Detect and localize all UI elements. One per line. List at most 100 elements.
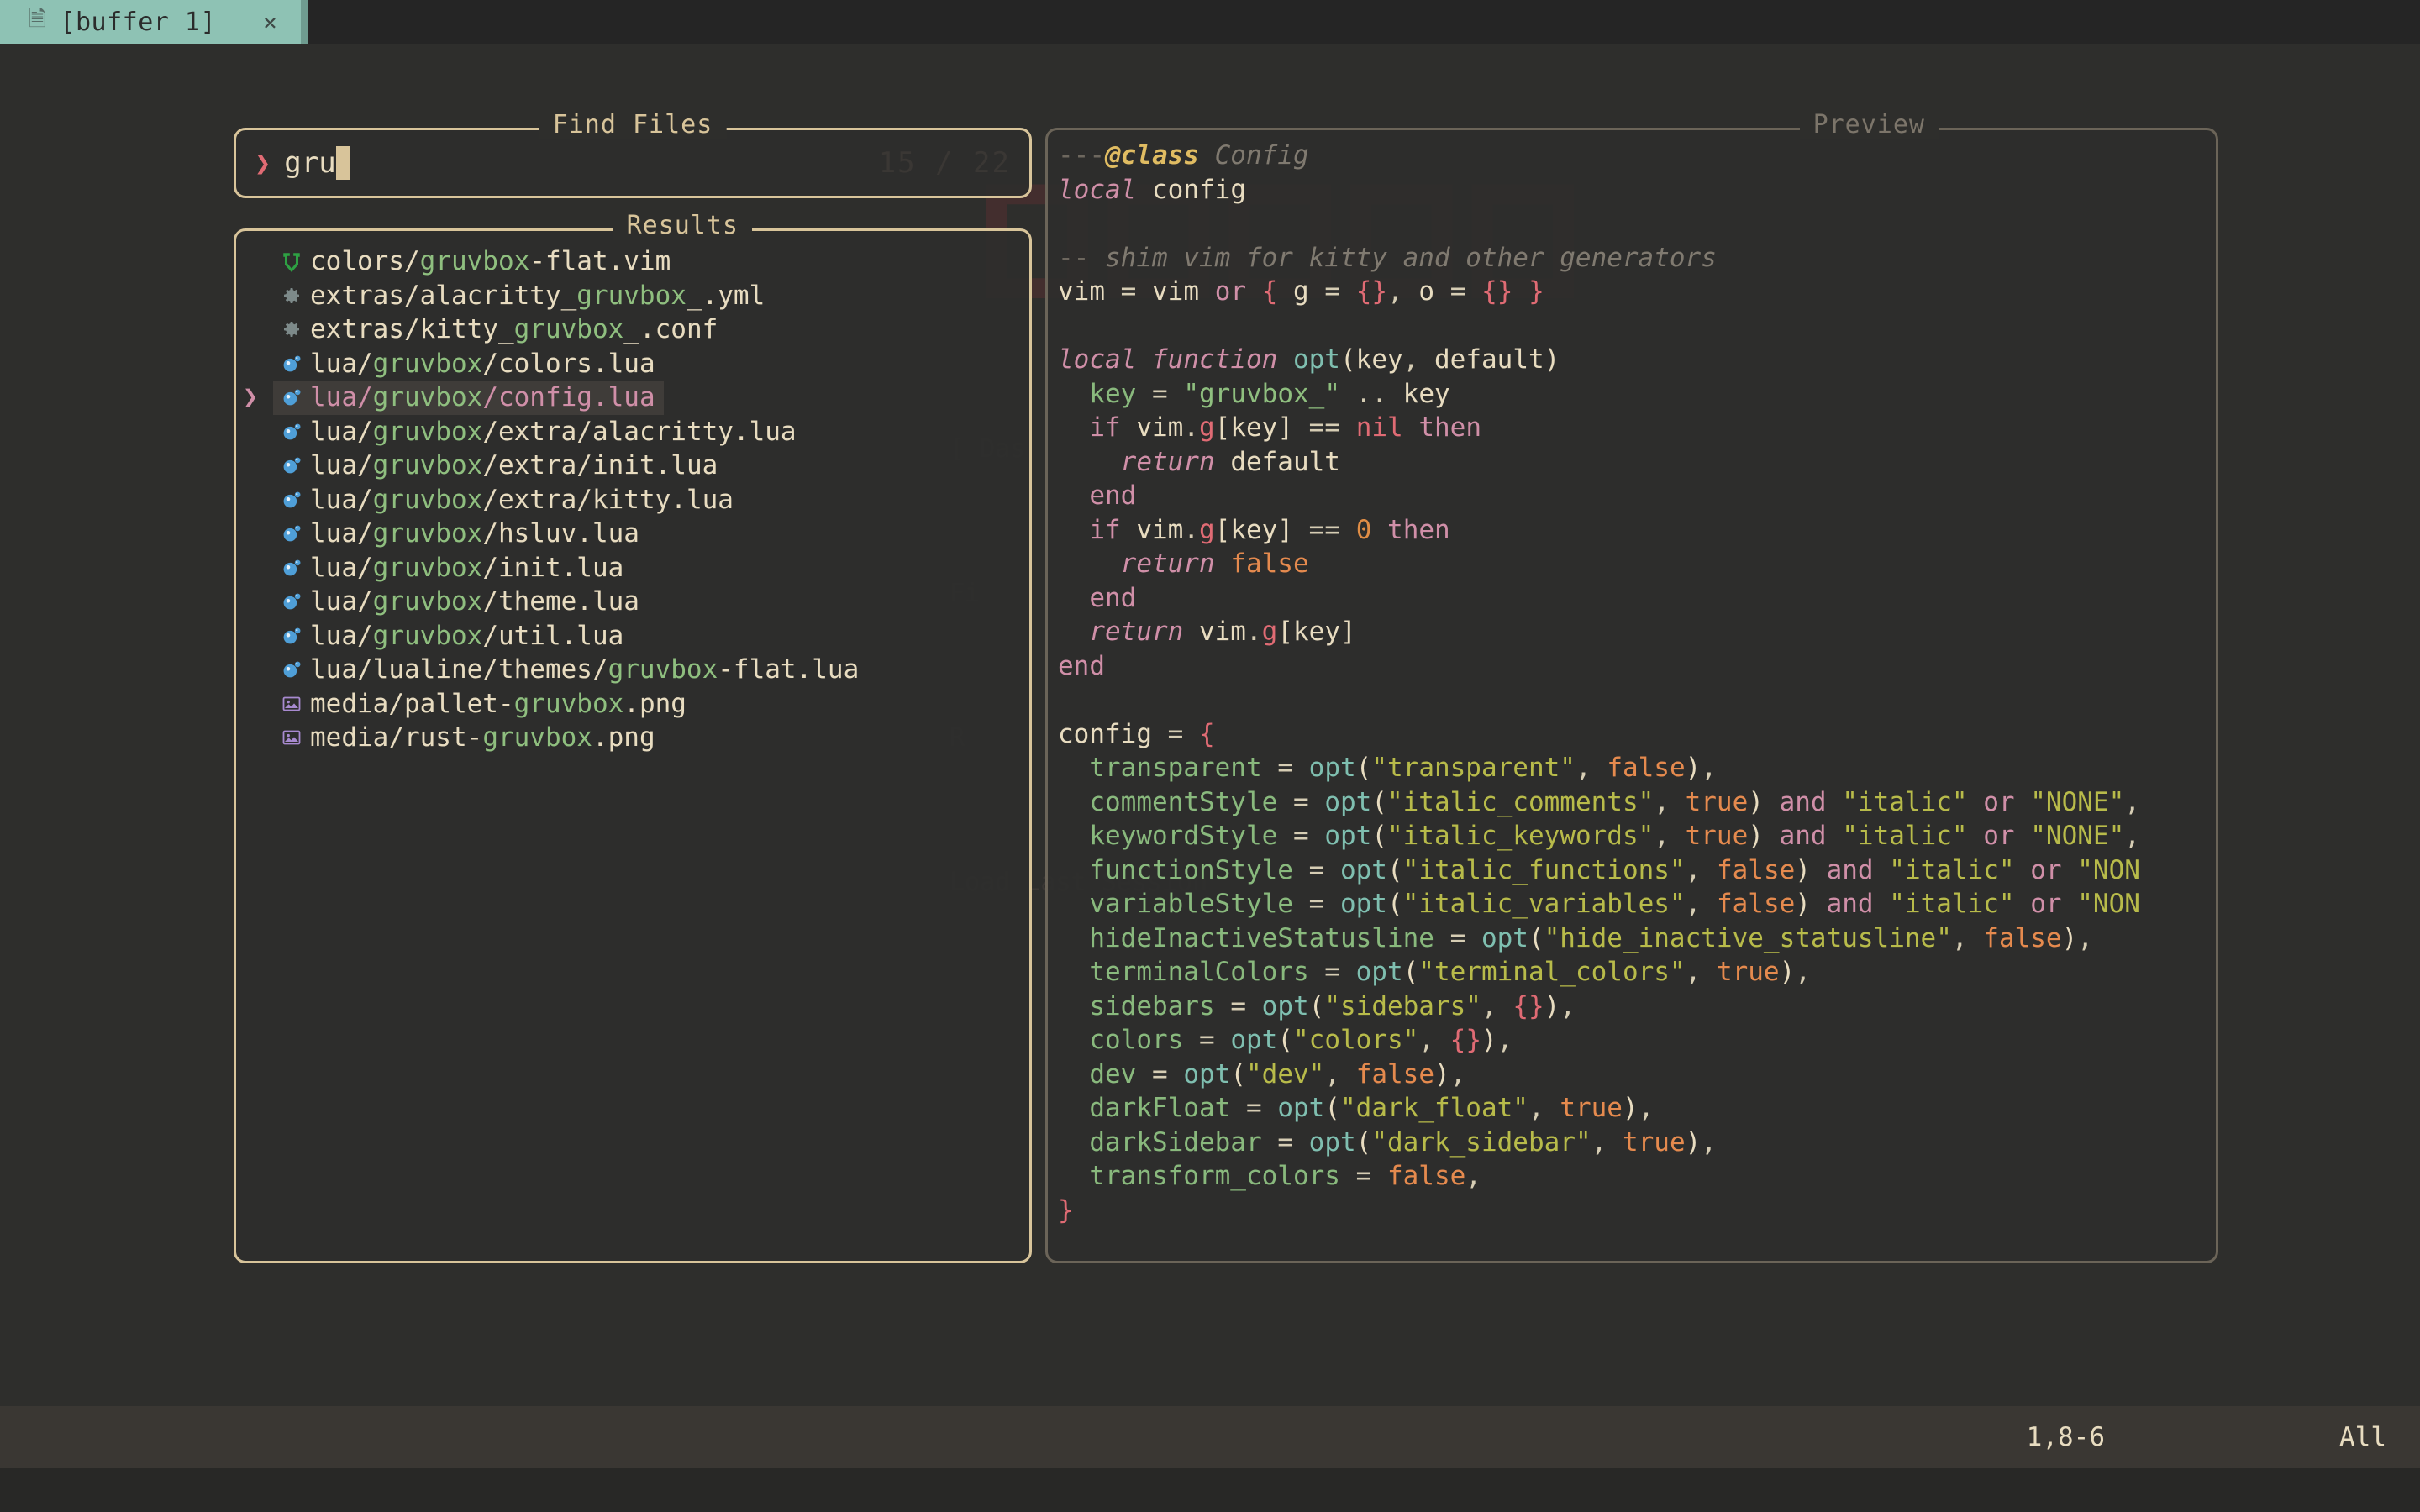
panel-title-find-files: Find Files [539, 110, 727, 139]
code-line: end [1058, 479, 2212, 513]
lua-icon [273, 421, 310, 443]
result-row[interactable]: lua/gruvbox/colors.lua [236, 347, 1029, 381]
scroll-percent: All [2339, 1422, 2386, 1452]
result-row[interactable]: lua/gruvbox/hsluv.lua [236, 517, 1029, 551]
results-list[interactable]: colors/gruvbox-flat.vimextras/alacritty_… [236, 231, 1029, 755]
result-filename: lua/gruvbox/hsluv.lua [310, 517, 639, 551]
gear-icon [273, 286, 310, 306]
code-line: return default [1058, 445, 2212, 480]
code-line: ---@class Config [1058, 139, 2212, 173]
vim-icon [273, 250, 310, 272]
result-row[interactable]: colors/gruvbox-flat.vim [236, 244, 1029, 279]
lua-icon [273, 353, 310, 375]
code-line: local config [1058, 173, 2212, 207]
tab-buffer-1[interactable]: 🗎 [buffer 1] × [0, 0, 301, 44]
code-line: darkSidebar = opt("dark_sidebar", true), [1058, 1126, 2212, 1160]
result-row[interactable]: lua/gruvbox/init.lua [236, 551, 1029, 585]
find-files-prompt-panel: Find Files ❯ gru 15 / 22 [234, 128, 1032, 198]
code-line: dev = opt("dev", false), [1058, 1058, 2212, 1092]
result-filename: lua/gruvbox/init.lua [310, 551, 623, 585]
close-icon[interactable]: × [263, 8, 277, 36]
result-row[interactable]: lua/gruvbox/extra/alacritty.lua [236, 415, 1029, 449]
lua-icon [273, 659, 310, 680]
result-row-content: lua/gruvbox/extra/alacritty.lua [273, 415, 805, 449]
gear-icon [273, 319, 310, 339]
panel-title-preview: Preview [1800, 110, 1939, 139]
code-line: vim = vim or { g = {}, o = {} } [1058, 275, 2212, 309]
result-filename: lua/gruvbox/util.lua [310, 619, 623, 654]
preview-panel: Preview ---@class Configlocal config -- … [1045, 128, 2218, 1263]
panel-title-results: Results [613, 211, 752, 240]
text-cursor [336, 146, 350, 180]
result-row[interactable]: lua/gruvbox/theme.lua [236, 585, 1029, 619]
code-line: variableStyle = opt("italic_variables", … [1058, 887, 2212, 921]
code-line: return vim.g[key] [1058, 615, 2212, 649]
result-filename: extras/alacritty_gruvbox_.yml [310, 279, 765, 313]
result-row-content: lua/lualine/themes/gruvbox-flat.lua [273, 653, 867, 687]
code-line: hideInactiveStatusline = opt("hide_inact… [1058, 921, 2212, 956]
file-icon: 🗎 [29, 3, 46, 40]
cursor-position: 1,8-6 [2027, 1422, 2105, 1452]
result-row[interactable]: lua/gruvbox/extra/kitty.lua [236, 483, 1029, 517]
result-row[interactable]: extras/kitty_gruvbox_.conf [236, 312, 1029, 347]
bottom-bar [0, 1468, 2420, 1512]
code-line: -- shim vim for kitty and other generato… [1058, 241, 2212, 276]
result-row[interactable]: media/rust-gruvbox.png [236, 721, 1029, 755]
result-filename: colors/gruvbox-flat.vim [310, 244, 671, 279]
lua-icon [273, 489, 310, 511]
code-line: } [1058, 1194, 2212, 1228]
result-row-content: extras/kitty_gruvbox_.conf [273, 312, 726, 347]
result-filename: extras/kitty_gruvbox_.conf [310, 312, 718, 347]
lua-icon [273, 557, 310, 579]
code-line: commentStyle = opt("italic_comments", tr… [1058, 785, 2212, 820]
image-icon [273, 694, 310, 714]
result-filename: lua/gruvbox/extra/kitty.lua [310, 483, 734, 517]
prompt-caret-icon: ❯ [255, 147, 271, 179]
result-row-content: lua/gruvbox/config.lua [273, 381, 664, 415]
code-line: terminalColors = opt("terminal_colors", … [1058, 955, 2212, 990]
code-line: colors = opt("colors", {}), [1058, 1023, 2212, 1058]
lua-icon [273, 625, 310, 647]
result-row[interactable]: media/pallet-gruvbox.png [236, 687, 1029, 722]
lua-icon [273, 522, 310, 544]
result-row-content: lua/gruvbox/theme.lua [273, 585, 648, 619]
neovim-window: 🗎 [buffer 1] × █▀▀▀█ █▀▀▀█ █▀▀▀█ █▀▀▀█ █… [0, 0, 2420, 1512]
result-row[interactable]: lua/gruvbox/extra/init.lua [236, 449, 1029, 483]
result-filename: lua/gruvbox/extra/alacritty.lua [310, 415, 797, 449]
result-row-content: lua/gruvbox/util.lua [273, 619, 632, 654]
code-line: transform_colors = false, [1058, 1159, 2212, 1194]
result-row-content: lua/gruvbox/colors.lua [273, 347, 664, 381]
code-line [1058, 207, 2212, 241]
result-row[interactable]: ❯lua/gruvbox/config.lua [236, 381, 1029, 415]
result-row-content: extras/alacritty_gruvbox_.yml [273, 279, 773, 313]
result-row-content: lua/gruvbox/hsluv.lua [273, 517, 648, 551]
result-filename: lua/lualine/themes/gruvbox-flat.lua [310, 653, 859, 687]
result-row[interactable]: lua/lualine/themes/gruvbox-flat.lua [236, 653, 1029, 687]
results-panel: Results colors/gruvbox-flat.vimextras/al… [234, 228, 1032, 1263]
code-line [1058, 309, 2212, 344]
preview-code: ---@class Configlocal config -- shim vim… [1058, 139, 2212, 1247]
prompt-row[interactable]: ❯ gru 15 / 22 [236, 130, 1029, 196]
code-line: keywordStyle = opt("italic_keywords", tr… [1058, 819, 2212, 853]
tabline: 🗎 [buffer 1] × [0, 0, 2420, 44]
tab-edge [301, 0, 308, 44]
tab-label: [buffer 1] [60, 8, 216, 37]
code-line: darkFloat = opt("dark_float", true), [1058, 1091, 2212, 1126]
lua-icon [273, 454, 310, 476]
result-filename: media/pallet-gruvbox.png [310, 687, 687, 722]
statusline: 1,8-6 All [0, 1406, 2420, 1468]
result-row-content: media/rust-gruvbox.png [273, 721, 664, 755]
result-filename: media/rust-gruvbox.png [310, 721, 655, 755]
code-line: return false [1058, 547, 2212, 581]
search-input[interactable]: gru [284, 146, 335, 180]
result-row-content: lua/gruvbox/extra/kitty.lua [273, 483, 742, 517]
result-row-content: media/pallet-gruvbox.png [273, 687, 695, 722]
code-line: if vim.g[key] == 0 then [1058, 513, 2212, 548]
code-line: local function opt(key, default) [1058, 343, 2212, 377]
result-row[interactable]: extras/alacritty_gruvbox_.yml [236, 279, 1029, 313]
result-row[interactable]: lua/gruvbox/util.lua [236, 619, 1029, 654]
code-line: sidebars = opt("sidebars", {}), [1058, 990, 2212, 1024]
image-icon [273, 727, 310, 748]
code-line: functionStyle = opt("italic_functions", … [1058, 853, 2212, 888]
result-row-content: lua/gruvbox/init.lua [273, 551, 632, 585]
